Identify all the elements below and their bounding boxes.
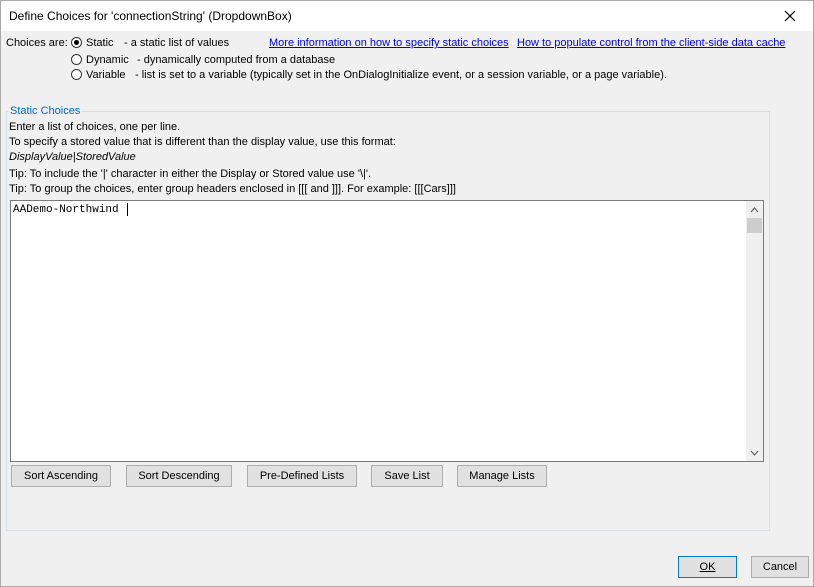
static-choices-label: Static Choices [9,105,82,117]
tip-group: Tip: To group the choices, enter group h… [9,183,456,195]
radio-static-desc: - a static list of values [124,37,230,49]
scroll-down-button[interactable] [746,444,763,461]
link-client-cache[interactable]: How to populate control from the client-… [517,37,785,49]
choices-label: Choices are: [6,37,68,49]
radio-static-label[interactable]: Static [86,37,114,49]
window-title: Define Choices for 'connectionString' (D… [9,9,292,23]
text-caret [127,203,128,216]
radio-variable-desc: - list is set to a variable (typically s… [135,69,667,81]
sort-descending-button[interactable]: Sort Descending [126,465,232,487]
scroll-up-button[interactable] [746,201,763,218]
radio-variable-label[interactable]: Variable [86,69,126,81]
predefined-lists-label: Pre-Defined Lists [259,470,345,482]
save-list-label: Save List [384,470,430,482]
choices-textarea[interactable]: AADemo-Northwind [10,200,764,462]
save-list-button[interactable]: Save List [371,465,443,487]
instruction-line-1: Enter a list of choices, one per line. [9,121,181,133]
close-button[interactable] [767,1,813,31]
radio-dynamic[interactable] [71,54,82,65]
link-static-info[interactable]: More information on how to specify stati… [269,37,509,49]
tip-escape: Tip: To include the '|' character in eit… [9,168,372,180]
sort-ascending-button[interactable]: Sort Ascending [11,465,111,487]
ok-label: OK [699,561,716,573]
cancel-button[interactable]: Cancel [751,556,809,578]
manage-lists-label: Manage Lists [469,470,535,482]
choices-textarea-content[interactable]: AADemo-Northwind [13,204,119,216]
cancel-label: Cancel [762,561,798,573]
radio-dynamic-desc: - dynamically computed from a database [137,54,336,66]
predefined-lists-button[interactable]: Pre-Defined Lists [247,465,357,487]
sort-descending-label: Sort Descending [138,470,220,482]
chevron-down-icon [750,450,759,456]
vertical-scrollbar[interactable] [746,201,763,461]
radio-dynamic-label[interactable]: Dynamic [86,54,129,66]
dialog-window: Define Choices for 'connectionString' (D… [0,0,814,587]
close-icon [784,10,796,22]
ok-button[interactable]: OK [678,556,737,578]
radio-variable[interactable] [71,69,82,80]
scroll-thumb[interactable] [747,218,762,233]
radio-static[interactable] [71,37,82,48]
chevron-up-icon [750,206,759,212]
sort-ascending-label: Sort Ascending [24,470,98,482]
instruction-line-2: To specify a stored value that is differ… [9,136,396,148]
title-bar[interactable]: Define Choices for 'connectionString' (D… [1,1,813,31]
manage-lists-button[interactable]: Manage Lists [457,465,547,487]
format-example: DisplayValue|StoredValue [9,151,136,163]
